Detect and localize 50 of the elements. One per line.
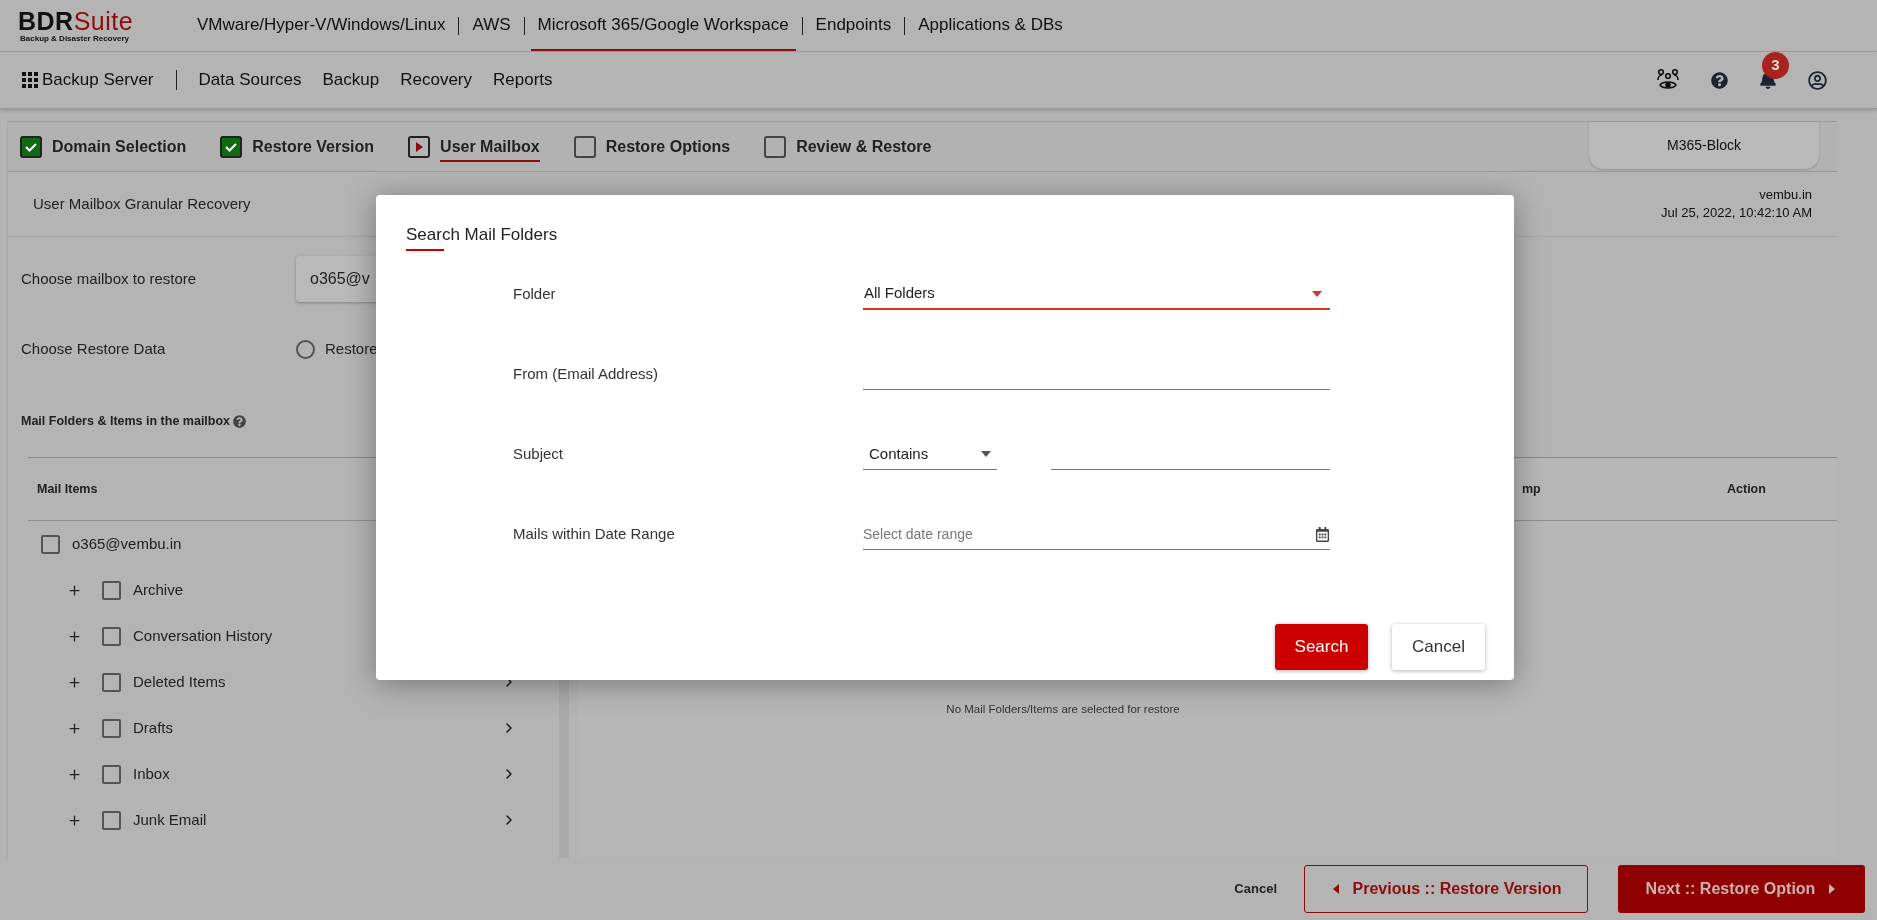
step-label: Domain Selection — [52, 136, 187, 157]
tree-item-label[interactable]: Inbox — [133, 762, 170, 786]
nav-link[interactable]: Backup — [322, 67, 380, 93]
step-label: User Mailbox — [440, 134, 540, 162]
product-tab[interactable]: Applications & DBs — [911, 0, 1070, 51]
step-label: Review & Restore — [796, 136, 932, 157]
field-label: Folder — [513, 284, 557, 305]
backup-server-link[interactable]: Backup Server — [42, 67, 154, 93]
timestamp: Jul 25, 2022, 10:42:10 AM — [1660, 204, 1812, 222]
dialog-title: Search Mail Folders — [406, 224, 559, 246]
tree-item-label[interactable]: Archive — [133, 578, 184, 602]
step-label: Restore Options — [605, 136, 731, 157]
domain-name: vembu.in — [1759, 186, 1812, 204]
tree-item-label[interactable]: o365@vembu.in — [72, 532, 182, 556]
empty-message: No Mail Folders/Items are selected for restore — [946, 703, 1180, 715]
tree-item-label[interactable]: Junk Email — [133, 808, 207, 832]
product-tab[interactable]: VMware/Hyper-V/Windows/Linux — [190, 0, 453, 51]
folder-select[interactable]: All Folders — [863, 279, 1330, 310]
page-title: User Mailbox Granular Recovery — [33, 193, 251, 214]
product-tab[interactable]: Microsoft 365/Google Workspace — [530, 0, 796, 51]
search-button[interactable]: Search — [1275, 624, 1368, 670]
section-title: Mail Folders & Items in the mailbox — [21, 412, 231, 430]
field-label: Subject — [513, 444, 565, 465]
cancel-button[interactable]: Cancel — [1234, 879, 1277, 899]
cancel-button[interactable]: Cancel — [1392, 624, 1485, 670]
logo-wordmark: BDRSuite — [18, 7, 135, 34]
column-header: Mail Items — [37, 480, 98, 498]
product-tab[interactable]: AWS — [465, 0, 518, 51]
tree-item-label[interactable]: Conversation History — [133, 624, 273, 648]
date-range-field[interactable]: Select date range — [863, 519, 1330, 550]
notification-badge: 3 — [1762, 52, 1789, 79]
field-label: Choose Restore Data — [21, 338, 167, 359]
nav-link[interactable]: Data Sources — [198, 67, 302, 93]
product-tab[interactable]: Endpoints — [808, 0, 899, 51]
previous-button[interactable]: Previous :: Restore Version — [1304, 865, 1588, 913]
tree-item-label[interactable]: Deleted Items — [133, 670, 226, 694]
column-header: mp — [1522, 480, 1542, 498]
nav-link[interactable]: Reports — [493, 67, 553, 93]
field-label: From (Email Address) — [513, 364, 660, 385]
next-button[interactable]: Next :: Restore Option — [1618, 865, 1865, 913]
tree-item-label[interactable]: Drafts — [133, 716, 173, 740]
logo-tagline: Backup & Disaster Recovery — [19, 33, 130, 44]
plan-tab[interactable]: M365-Block — [1589, 122, 1819, 169]
radio-label: Restore — [325, 338, 378, 359]
step-label: Restore Version — [252, 136, 375, 157]
column-header: Action — [1727, 480, 1767, 498]
field-label: Mails within Date Range — [513, 524, 676, 545]
nav-link[interactable]: Recovery — [400, 67, 472, 93]
operator-select[interactable]: Contains — [863, 439, 997, 470]
field-label: Choose mailbox to restore — [21, 268, 198, 289]
